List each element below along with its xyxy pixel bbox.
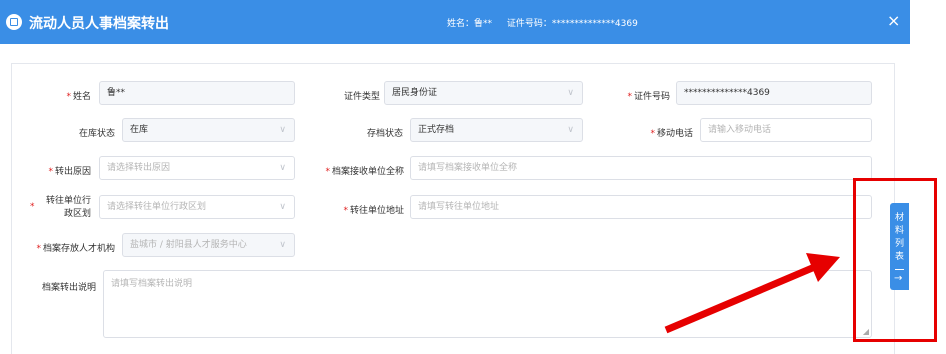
annotation-arrow (664, 253, 840, 334)
